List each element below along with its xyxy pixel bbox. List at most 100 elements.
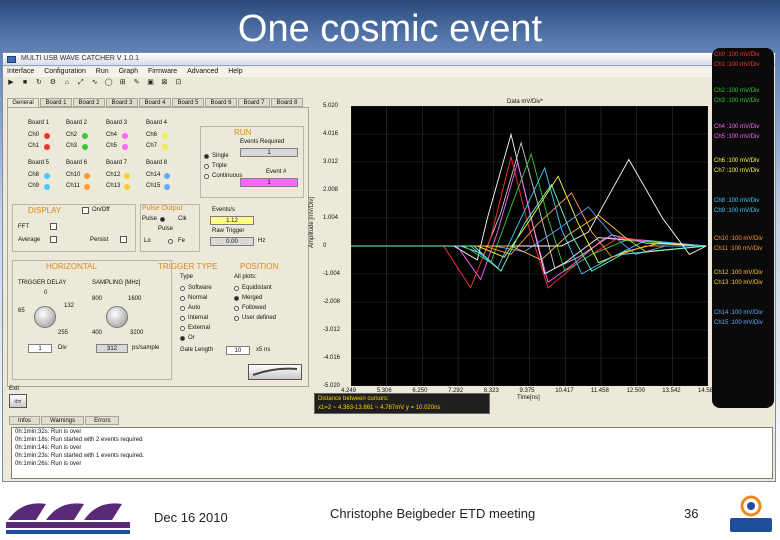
menu-interface[interactable]: Interface — [3, 67, 38, 77]
trigger-delay-min: 65 — [18, 308, 25, 314]
lo-fe-radio[interactable] — [168, 239, 173, 244]
mode-single-radio[interactable] — [204, 154, 209, 159]
position-equidistant-radio[interactable] — [234, 286, 239, 291]
ch13-led[interactable] — [124, 184, 130, 190]
ch12-led[interactable] — [124, 173, 130, 179]
plot-ylabel: Amplitude [mV/Div] — [309, 196, 315, 248]
menu-advanced[interactable]: Advanced — [183, 67, 222, 77]
toolbar-refresh-icon[interactable]: ↻ — [34, 78, 44, 87]
toolbar-expand-icon[interactable]: ⤢ — [76, 78, 86, 87]
start-run-button[interactable] — [248, 364, 302, 380]
trigger-or-radio[interactable] — [180, 336, 185, 341]
events-required-field[interactable]: 1 — [240, 148, 298, 157]
ch8-label: Ch8 — [28, 172, 40, 178]
tab-board-4[interactable]: Board 4 — [139, 98, 171, 107]
tab-errors[interactable]: Errors — [85, 416, 120, 425]
ch1-led[interactable] — [44, 144, 50, 150]
ch8-led[interactable] — [44, 173, 50, 179]
tab-warnings[interactable]: Warnings — [41, 416, 85, 425]
mode-single-label: Single — [212, 153, 229, 159]
tab-infos[interactable]: Infos — [9, 416, 41, 425]
tab-board-1[interactable]: Board 1 — [40, 98, 72, 107]
toolbar-frame-icon[interactable]: ⊡ — [173, 78, 183, 87]
persist-checkbox[interactable] — [120, 236, 127, 243]
toolbar-pen-icon[interactable]: ✎ — [132, 78, 142, 87]
legend-entry: Ch10 :100 mV/Div — [714, 236, 763, 242]
trigger-type-label: Type — [180, 274, 194, 280]
menu-configuration[interactable]: Configuration — [40, 67, 90, 77]
tab-board-8[interactable]: Board 8 — [271, 98, 303, 107]
ch4-led[interactable] — [122, 133, 128, 139]
ch10-label: Ch10 — [66, 172, 81, 178]
tab-board-5[interactable]: Board 5 — [172, 98, 204, 107]
display-onoff-checkbox[interactable] — [82, 207, 89, 214]
trigger-software-radio[interactable] — [180, 286, 185, 291]
slide-date: Dec 16 2010 — [154, 510, 228, 525]
horizontal-title: HORIZONTAL — [46, 262, 97, 271]
mode-triple-radio[interactable] — [204, 164, 209, 169]
mode-continuous-radio[interactable] — [204, 174, 209, 179]
tab-board-7[interactable]: Board 7 — [238, 98, 270, 107]
position-followed-radio[interactable] — [234, 306, 239, 311]
trigger-normal-radio[interactable] — [180, 296, 185, 301]
trigger-delay-max: 255 — [58, 330, 69, 336]
all-plots-label: All plots: — [234, 274, 257, 280]
tab-board-6[interactable]: Board 6 — [205, 98, 237, 107]
legend-entry: Ch6 :100 mV/Div — [714, 158, 760, 164]
ch6-led[interactable] — [162, 133, 168, 139]
toolbar-box-icon[interactable]: ▣ — [146, 78, 156, 87]
position-merged-radio[interactable] — [234, 296, 239, 301]
toolbar-circle-icon[interactable]: ◯ — [104, 78, 114, 87]
tab-board-2[interactable]: Board 2 — [73, 98, 105, 107]
fft-checkbox[interactable] — [50, 223, 57, 230]
toolbar-stop-icon[interactable]: ■ — [20, 78, 30, 87]
ch2-led[interactable] — [82, 133, 88, 139]
trigger-software-label: Software — [188, 285, 212, 291]
pulse-radio[interactable] — [160, 217, 165, 222]
menu-firmware[interactable]: Firmware — [144, 67, 181, 77]
trigger-auto-radio[interactable] — [180, 306, 185, 311]
clk-label: Clk — [178, 216, 187, 222]
legend-entry: Ch12 :100 mV/Div — [714, 270, 763, 276]
ch7-led[interactable] — [162, 144, 168, 150]
menu-help[interactable]: Help — [224, 67, 246, 77]
toolbar-play-icon[interactable]: ▶ — [6, 78, 16, 87]
sampling-knob[interactable] — [106, 306, 128, 328]
gate-length-field[interactable]: 10 — [226, 346, 250, 355]
position-user-defined-radio[interactable] — [234, 316, 239, 321]
average-checkbox[interactable] — [50, 236, 57, 243]
plot-xlabel: Time[ns] — [517, 395, 540, 401]
div-field[interactable]: 1 — [28, 344, 52, 353]
y-tick-label: 4.016 — [323, 131, 339, 137]
menu-run[interactable]: Run — [92, 67, 113, 77]
ch15-led[interactable] — [164, 184, 170, 190]
tab-general[interactable]: General — [7, 98, 39, 107]
exit-button[interactable]: ⇦ — [9, 394, 27, 408]
slide-title: One cosmic event — [237, 8, 543, 50]
menu-graph[interactable]: Graph — [115, 67, 142, 77]
toolbar-close-box-icon[interactable]: ⊠ — [159, 78, 169, 87]
toolbar-settings-icon[interactable]: ⚙ — [48, 78, 58, 87]
superb-logo-graphic — [730, 495, 772, 532]
tab-board-3[interactable]: Board 3 — [106, 98, 138, 107]
trigger-external-radio[interactable] — [180, 326, 185, 331]
trigger-delay-tick-zero: 0 — [44, 290, 48, 296]
ch3-led[interactable] — [82, 144, 88, 150]
y-tick-label: 3.012 — [323, 159, 339, 165]
toolbar-grid-icon[interactable]: ⊞ — [118, 78, 128, 87]
ch5-led[interactable] — [122, 144, 128, 150]
toolbar-wave-icon[interactable]: ∿ — [90, 78, 100, 87]
plot-area[interactable] — [350, 105, 709, 387]
ch9-led[interactable] — [44, 184, 50, 190]
y-tick-label: 2.008 — [323, 187, 339, 193]
ch10-led[interactable] — [84, 173, 90, 179]
trigger-internal-radio[interactable] — [180, 316, 185, 321]
ch14-led[interactable] — [164, 173, 170, 179]
toolbar-home-icon[interactable]: ⌂ — [62, 78, 72, 87]
events-per-second-label: Events/s — [212, 207, 236, 213]
trigger-delay-knob[interactable] — [34, 306, 56, 328]
ch0-led[interactable] — [44, 133, 50, 139]
ch5-label: Ch5 — [106, 143, 118, 149]
ch11-led[interactable] — [84, 184, 90, 190]
board-7-label: Board 7 — [106, 160, 128, 166]
